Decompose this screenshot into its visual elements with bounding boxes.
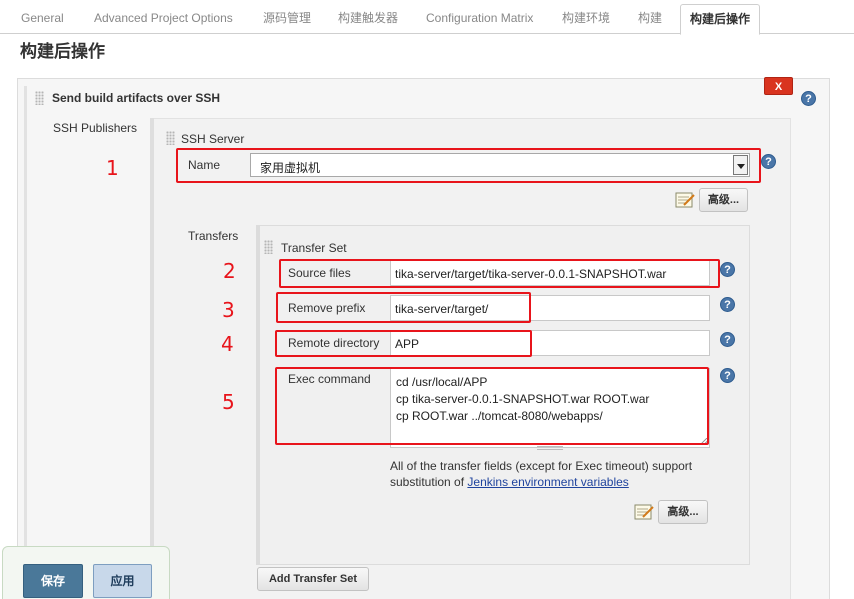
tab-build-triggers[interactable]: 构建触发器 bbox=[338, 0, 398, 34]
apply-button[interactable]: 应用 bbox=[93, 564, 152, 598]
notepad-icon[interactable] bbox=[634, 503, 654, 521]
tab-advanced-project-options[interactable]: Advanced Project Options bbox=[94, 0, 233, 34]
add-transfer-set-button[interactable]: Add Transfer Set bbox=[257, 567, 369, 591]
transfer-set-label: Transfer Set bbox=[281, 241, 347, 255]
drag-handle-icon[interactable] bbox=[264, 240, 273, 254]
annotation-number-2: 2 bbox=[223, 259, 236, 283]
drag-handle-icon[interactable] bbox=[166, 131, 175, 145]
transfer-left-bar bbox=[256, 225, 260, 565]
tab-configuration-matrix[interactable]: Configuration Matrix bbox=[426, 0, 533, 34]
panel-left-bar bbox=[24, 86, 27, 556]
annotation-box-2 bbox=[279, 259, 720, 288]
server-advanced-button[interactable]: 高级... bbox=[699, 188, 748, 212]
annotation-box-4 bbox=[275, 330, 532, 357]
help-icon[interactable]: ? bbox=[801, 91, 816, 106]
annotation-box-1 bbox=[176, 148, 761, 183]
annotation-number-1: 1 bbox=[106, 156, 119, 180]
notepad-icon[interactable] bbox=[675, 191, 695, 209]
textarea-drag-handle[interactable] bbox=[537, 446, 563, 450]
annotation-number-5: 5 bbox=[222, 390, 235, 414]
ssh-server-label: SSH Server bbox=[181, 132, 245, 146]
help-icon[interactable]: ? bbox=[720, 332, 735, 347]
delete-step-button[interactable]: X bbox=[764, 77, 793, 95]
annotation-box-3 bbox=[276, 292, 531, 323]
jenkins-env-vars-link[interactable]: Jenkins environment variables bbox=[467, 475, 628, 489]
annotation-number-3: 3 bbox=[222, 298, 235, 322]
drag-handle-icon[interactable] bbox=[35, 91, 44, 105]
transfer-info-text: All of the transfer fields (except for E… bbox=[390, 458, 720, 490]
step-title: Send build artifacts over SSH bbox=[52, 91, 221, 105]
tab-build-environment[interactable]: 构建环境 bbox=[562, 0, 610, 34]
help-icon[interactable]: ? bbox=[720, 262, 735, 277]
ssh-publishers-label: SSH Publishers bbox=[53, 121, 138, 135]
tab-general[interactable]: General bbox=[21, 0, 64, 34]
transfer-advanced-button[interactable]: 高级... bbox=[658, 500, 708, 524]
tab-post-build[interactable]: 构建后操作 bbox=[680, 4, 761, 35]
help-icon[interactable]: ? bbox=[720, 297, 735, 312]
tab-source-code[interactable]: 源码管理 bbox=[263, 0, 311, 34]
save-button[interactable]: 保存 bbox=[23, 564, 83, 598]
section-title: 构建后操作 bbox=[20, 42, 105, 61]
annotation-box-5 bbox=[275, 367, 709, 445]
help-icon[interactable]: ? bbox=[720, 368, 735, 383]
transfers-label: Transfers bbox=[188, 229, 239, 243]
publisher-left-bar bbox=[150, 118, 154, 599]
tab-bar: General Advanced Project Options 源码管理 构建… bbox=[0, 0, 854, 35]
help-icon[interactable]: ? bbox=[761, 154, 776, 169]
annotation-number-4: 4 bbox=[221, 332, 234, 356]
tab-build[interactable]: 构建 bbox=[638, 0, 662, 34]
